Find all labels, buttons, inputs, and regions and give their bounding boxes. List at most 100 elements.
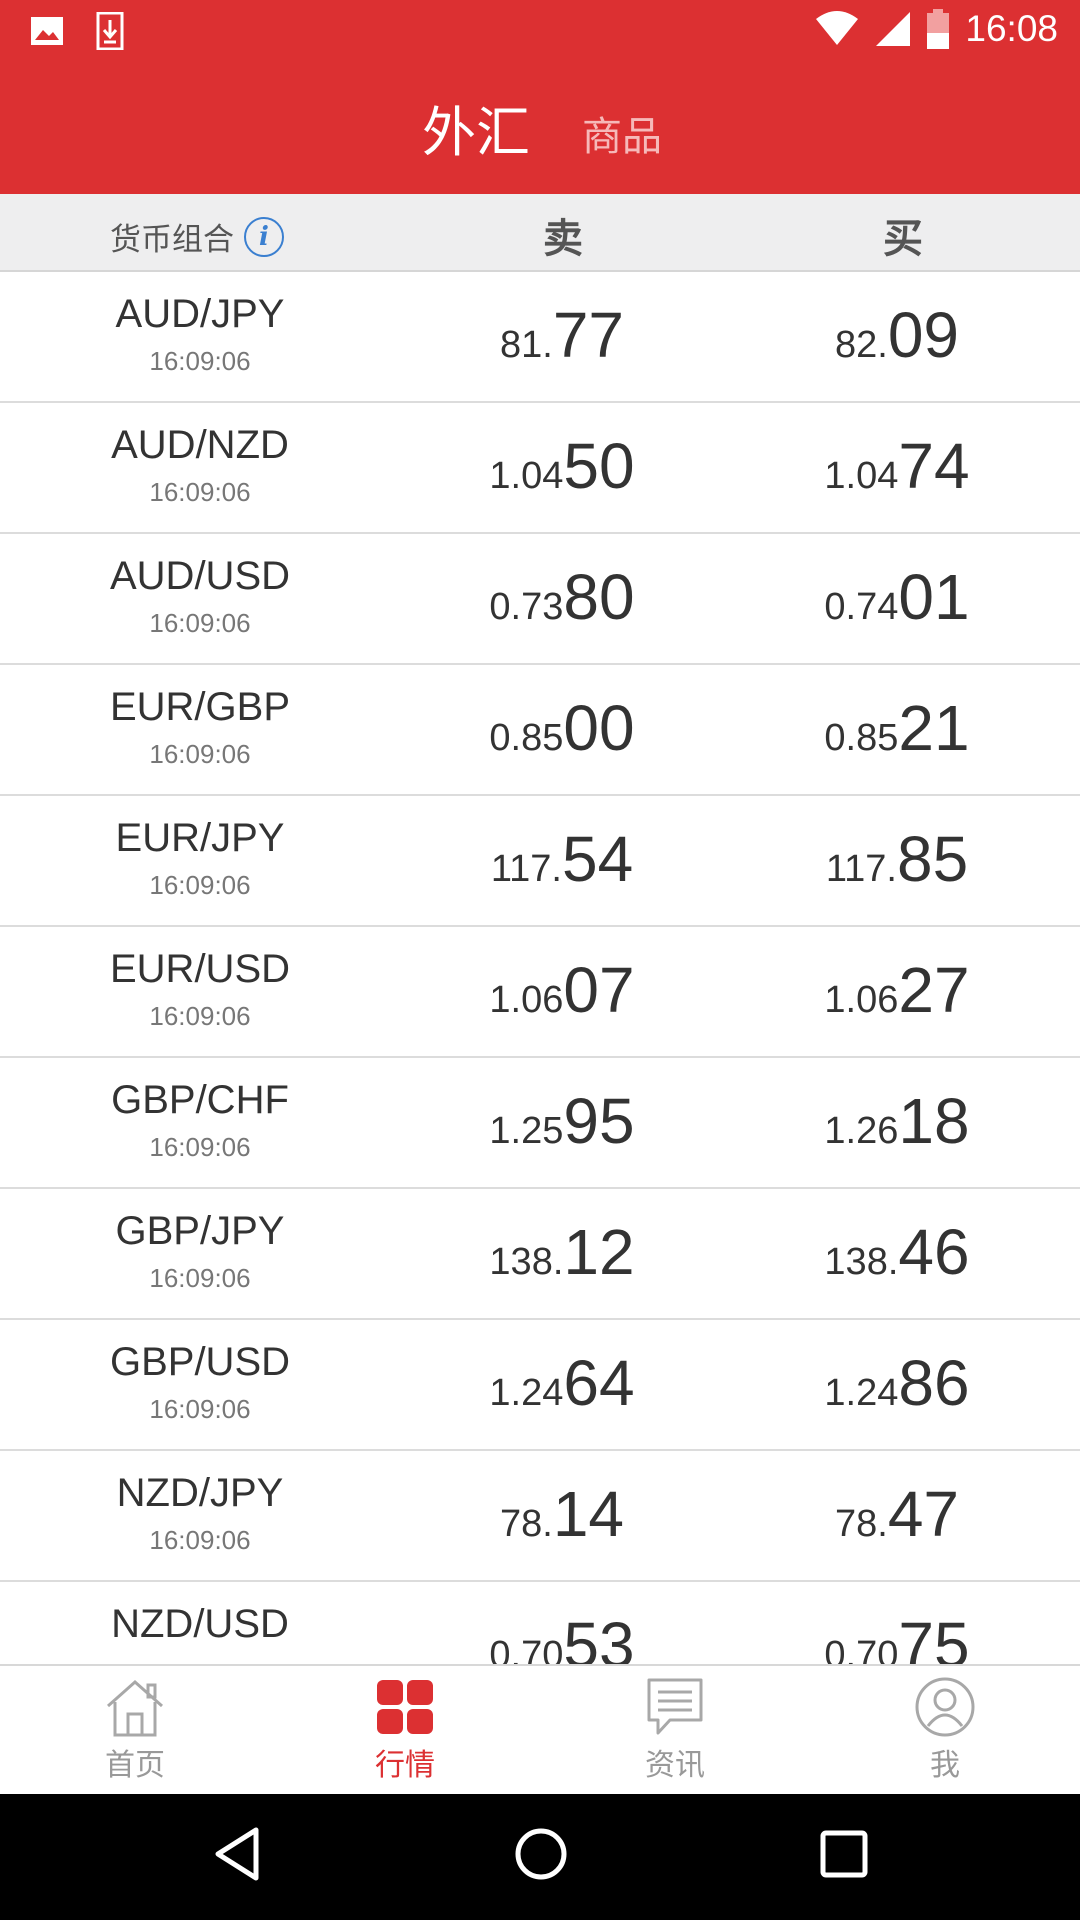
buy-price-pips: 01 [898,561,970,633]
buy-price-prefix: 82. [834,324,888,366]
buy-price[interactable]: 78.47 [747,1477,1047,1551]
buy-price[interactable]: 1.2618 [747,1084,1047,1158]
sell-price[interactable]: 81.77 [412,298,712,372]
quote-row[interactable]: GBP/USD 16:09:06 1.2464 1.2486 [0,1320,1080,1451]
column-sell: 卖 [543,216,583,262]
sell-price-pips: 77 [552,299,624,371]
quote-time: 16:09:06 [149,1001,251,1031]
quote-row[interactable]: AUD/JPY 16:09:06 81.77 82.09 [0,272,1080,403]
buy-price[interactable]: 1.0474 [747,429,1047,503]
buy-price-prefix: 117. [825,848,897,890]
sell-price[interactable]: 117.54 [412,822,712,896]
quote-time: 16:09:06 [149,608,251,638]
quote-row[interactable]: EUR/JPY 16:09:06 117.54 117.85 [0,796,1080,927]
sell-price-pips: 64 [563,1347,635,1419]
buy-price-prefix: 0.74 [824,586,899,628]
buy-price[interactable]: 138.46 [747,1215,1047,1289]
sell-price-prefix: 1.04 [489,455,564,497]
quote-list[interactable]: AUD/JPY 16:09:06 81.77 82.09 AUD/NZD 16:… [0,272,1080,1664]
buy-price-pips: 74 [898,430,970,502]
bottom-nav: 首页 行情 资讯 我 [0,1664,1080,1794]
quote-row[interactable]: AUD/NZD 16:09:06 1.0450 1.0474 [0,403,1080,534]
sell-price-prefix: 117. [490,848,562,890]
quote-row[interactable]: NZD/USD 0.7053 0.7075 [0,1582,1080,1664]
quote-time: 16:09:06 [149,739,251,769]
nav-market[interactable]: 行情 [325,1676,485,1784]
pair-name: EUR/USD [109,947,291,991]
buy-price[interactable]: 0.7401 [747,560,1047,634]
buy-price[interactable]: 0.8521 [747,691,1047,765]
sell-price[interactable]: 1.2595 [412,1084,712,1158]
buy-price-prefix: 1.26 [824,1110,899,1152]
nav-news-label: 资讯 [645,1748,705,1783]
sell-price[interactable]: 1.2464 [412,1346,712,1420]
buy-price-pips: 47 [887,1478,959,1550]
buy-price-prefix: 1.06 [824,979,899,1021]
quote-row[interactable]: GBP/JPY 16:09:06 138.12 138.46 [0,1189,1080,1320]
quote-row[interactable]: AUD/USD 16:09:06 0.7380 0.7401 [0,534,1080,665]
column-pair: 货币组合 i [110,214,284,259]
buy-price-pips: 27 [898,954,970,1026]
buy-price-prefix: 0.85 [824,717,899,759]
quote-time: 16:09:06 [149,346,251,376]
pair-name: AUD/NZD [111,423,289,467]
buy-price-pips: 46 [898,1216,970,1288]
sell-price-pips: 50 [563,430,635,502]
home-button-icon[interactable] [512,1824,570,1884]
quote-row[interactable]: EUR/USD 16:09:06 1.0607 1.0627 [0,927,1080,1058]
pair-name: GBP/CHF [111,1078,289,1122]
sell-price-prefix: 0.70 [489,1634,564,1664]
quote-row[interactable]: EUR/GBP 16:09:06 0.8500 0.8521 [0,665,1080,796]
sell-price[interactable]: 78.14 [412,1477,712,1551]
quote-row[interactable]: NZD/JPY 16:09:06 78.14 78.47 [0,1451,1080,1582]
buy-price[interactable]: 0.7075 [747,1608,1047,1664]
column-pair-label: 货币组合 [110,222,234,258]
pair-name: GBP/JPY [115,1209,285,1253]
sell-price[interactable]: 138.12 [412,1215,712,1289]
quote-time: 16:09:06 [149,477,251,507]
download-icon [96,12,124,50]
buy-price-prefix: 1.04 [824,455,899,497]
nav-me[interactable]: 我 [865,1676,1025,1784]
info-icon[interactable]: i [244,216,284,257]
buy-price[interactable]: 1.0627 [747,953,1047,1027]
nav-news[interactable]: 资讯 [595,1676,755,1784]
home-icon [107,1679,163,1737]
buy-price-prefix: 1.24 [824,1372,899,1414]
sell-price-pips: 95 [563,1085,635,1157]
pair-name: NZD/JPY [116,1471,284,1515]
buy-price-pips: 09 [887,299,959,371]
column-header: 货币组合 i 卖 买 [0,194,1080,272]
buy-price-pips: 21 [898,692,970,764]
back-icon[interactable] [212,1824,262,1884]
sell-price[interactable]: 0.7380 [412,560,712,634]
sell-price-pips: 07 [563,954,635,1026]
sell-price[interactable]: 0.7053 [412,1608,712,1664]
buy-price-pips: 85 [896,823,969,895]
nav-home[interactable]: 首页 [55,1676,215,1784]
quote-time: 16:09:06 [149,1525,251,1555]
sell-price-pips: 54 [561,823,634,895]
nav-market-label: 行情 [375,1748,435,1783]
buy-price-pips: 18 [898,1085,970,1157]
sell-price[interactable]: 1.0450 [412,429,712,503]
sell-price-pips: 14 [552,1478,624,1550]
buy-price-prefix: 138. [824,1241,899,1283]
quote-time: 16:09:06 [149,1394,251,1424]
quote-time: 16:09:06 [149,870,251,900]
quote-row[interactable]: GBP/CHF 16:09:06 1.2595 1.2618 [0,1058,1080,1189]
buy-price[interactable]: 117.85 [747,822,1047,896]
tab-commodities[interactable]: 商品 [582,104,662,162]
grid-icon [377,1680,433,1734]
buy-price[interactable]: 82.09 [747,298,1047,372]
status-bar: 16:08 [0,0,1080,64]
sell-price-pips: 80 [563,561,635,633]
tab-forex[interactable]: 外汇 [422,88,530,167]
recents-icon[interactable] [818,1824,870,1884]
sell-price[interactable]: 1.0607 [412,953,712,1027]
sell-price[interactable]: 0.8500 [412,691,712,765]
buy-price-pips: 75 [898,1609,970,1664]
buy-price-pips: 86 [898,1347,970,1419]
top-tab-bar: 外汇 商品 [0,64,1080,194]
buy-price[interactable]: 1.2486 [747,1346,1047,1420]
